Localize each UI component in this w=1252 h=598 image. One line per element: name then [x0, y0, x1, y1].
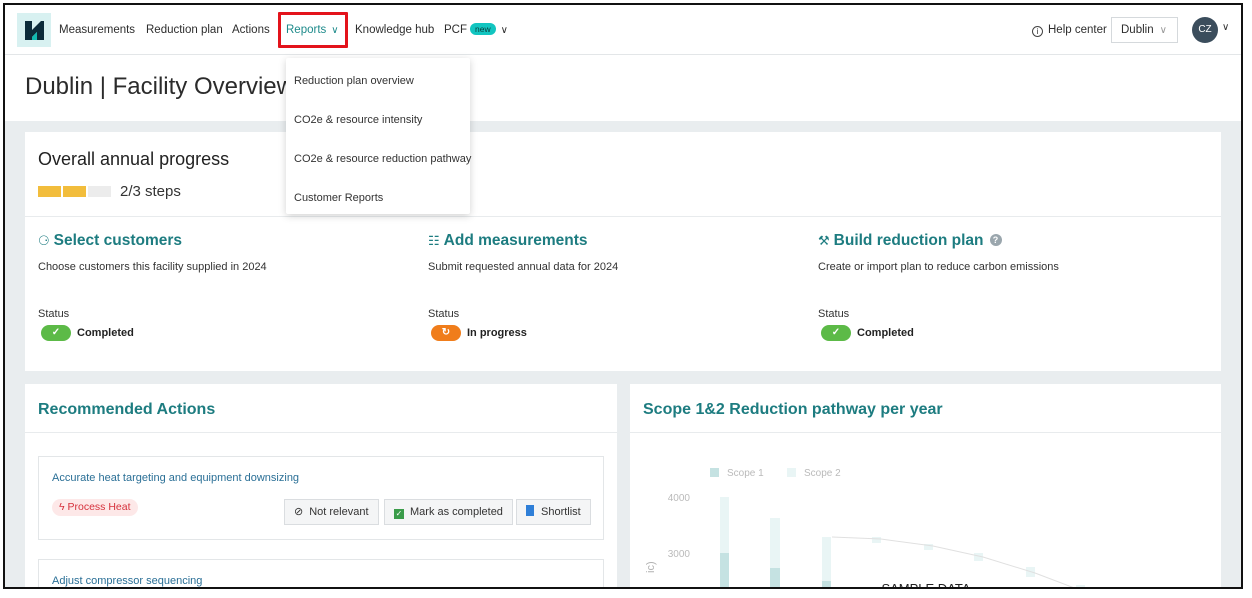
progress-title: Overall annual progress [38, 149, 230, 169]
status-badge: ✓ Completed [821, 325, 914, 341]
nav-measurements[interactable]: Measurements [59, 5, 135, 55]
category-tag: ϟ Process Heat [52, 499, 138, 516]
step-description: Submit requested annual data for 2024 [428, 261, 619, 273]
step-title[interactable]: ⚆ Select customers [38, 232, 418, 250]
help-center-link[interactable]: i Help center [1032, 5, 1107, 55]
not-relevant-button[interactable]: ⊘ Not relevant [284, 499, 379, 525]
wrench-icon: ⚒ [818, 233, 830, 248]
y-tick-label: 3000 [668, 549, 691, 560]
legend-label-scope1: Scope 1 [727, 468, 764, 479]
bar-scope1 [822, 581, 831, 587]
check-icon: ✓ [41, 325, 71, 341]
divider [25, 216, 1221, 217]
step-description: Choose customers this facility supplied … [38, 261, 267, 273]
status-text: Completed [77, 326, 134, 339]
y-axis-label: ic) [645, 561, 657, 573]
progress-segment [88, 186, 111, 197]
progress-segment [63, 186, 86, 197]
help-icon[interactable]: ? [989, 234, 1002, 246]
step-title-text: Build reduction plan [833, 232, 984, 249]
nav-knowledge-hub[interactable]: Knowledge hub [355, 5, 434, 55]
chart-plot: Scope 1 Scope 2 4000 3000 ic) SAMPLE DAT… [645, 468, 1085, 589]
progress-segment [38, 186, 61, 197]
category-tag-label: Process Heat [67, 501, 131, 513]
chevron-down-icon: ∨ [331, 25, 339, 36]
menu-item-reduction-pathway[interactable]: CO2e & resource reduction pathway [294, 153, 471, 165]
menu-item-reduction-plan-overview[interactable]: Reduction plan overview [294, 75, 414, 87]
eye-off-icon: ⊘ [294, 506, 304, 518]
bar-scope2 [872, 537, 881, 543]
document-icon: ☷ [428, 233, 440, 248]
document-icon [526, 505, 534, 516]
action-title-link[interactable]: Adjust compressor sequencing [52, 575, 202, 587]
legend-swatch-scope2 [787, 468, 796, 477]
status-text: Completed [857, 326, 914, 339]
menu-item-intensity[interactable]: CO2e & resource intensity [294, 114, 422, 126]
top-navigation: Measurements Reduction plan Actions Repo… [5, 5, 1241, 55]
step-title[interactable]: ⚒ Build reduction plan? [818, 232, 1198, 250]
step-title[interactable]: ☷ Add measurements [428, 232, 808, 250]
status-label: Status [38, 308, 70, 320]
chart-title: Scope 1&2 Reduction pathway per year [643, 401, 943, 418]
status-label: Status [428, 308, 460, 320]
nav-pcf[interactable]: PCF new ∨ [444, 5, 508, 55]
nav-reports-label: Reports [286, 24, 327, 36]
status-badge: ✓ Completed [41, 325, 134, 341]
chevron-down-icon: ∨ [500, 25, 508, 36]
nav-pcf-label: PCF [444, 24, 467, 36]
bar-scope1 [770, 568, 780, 587]
status-text: In progress [467, 326, 527, 339]
action-title-link[interactable]: Accurate heat targeting and equipment do… [52, 472, 299, 484]
menu-item-customer-reports[interactable]: Customer Reports [294, 192, 383, 204]
shortlist-button[interactable]: Shortlist [516, 499, 591, 525]
chevron-down-icon[interactable]: ∨ [1222, 22, 1229, 33]
reduction-pathway-chart-card: Scope 1&2 Reduction pathway per year Sco… [630, 384, 1221, 589]
step-title-text: Add measurements [443, 232, 588, 249]
progress-card: Overall annual progress 2/3 steps ⚆ Selec… [25, 132, 1221, 371]
app-frame: Measurements Reduction plan Actions Repo… [3, 3, 1243, 589]
action-item: Adjust compressor sequencing [38, 559, 604, 587]
nav-actions[interactable]: Actions [232, 5, 270, 55]
facility-select-value: Dublin [1121, 24, 1154, 36]
step-description: Create or import plan to reduce carbon e… [818, 261, 1059, 273]
checkbox-icon: ✓ [394, 509, 404, 519]
chevron-down-icon: ∨ [1159, 25, 1167, 36]
bar-scope2 [1076, 585, 1085, 587]
logo-icon [17, 13, 51, 47]
status-label: Status [818, 308, 850, 320]
step-add-measurements: ☷ Add measurements Submit requested annua… [428, 232, 808, 341]
nav-reports[interactable]: Reports ∨ [278, 12, 348, 48]
not-relevant-label: Not relevant [309, 506, 369, 518]
step-build-reduction-plan: ⚒ Build reduction plan? Create or import … [818, 232, 1198, 341]
step-title-text: Select customers [53, 232, 183, 249]
facility-select[interactable]: Dublin ∨ [1111, 17, 1178, 43]
recommended-actions-title: Recommended Actions [38, 401, 216, 418]
new-badge: new [470, 23, 496, 35]
refresh-icon: ↻ [431, 325, 461, 341]
reports-dropdown-menu: Reduction plan overview CO2e & resource … [286, 58, 471, 214]
help-center-label: Help center [1048, 24, 1107, 36]
mark-completed-label: Mark as completed [410, 506, 503, 518]
mark-completed-button[interactable]: ✓ Mark as completed [384, 499, 513, 525]
y-tick-label: 4000 [668, 493, 691, 504]
page-title: Dublin | Facility Overview [25, 73, 294, 100]
person-icon: ⚆ [38, 233, 50, 248]
info-icon: i [1032, 26, 1043, 37]
legend-swatch-scope1 [710, 468, 719, 477]
nav-reduction-plan[interactable]: Reduction plan [146, 5, 223, 55]
progress-steps-text: 2/3 steps [120, 183, 181, 200]
user-avatar[interactable]: CZ [1192, 17, 1218, 43]
bar-scope1 [720, 553, 729, 587]
recommended-actions-card: Recommended Actions Accurate heat target… [25, 384, 617, 587]
divider [25, 432, 617, 433]
company-logo[interactable] [17, 13, 51, 47]
sample-data-watermark: SAMPLE DATA [881, 581, 970, 589]
legend-label-scope2: Scope 2 [804, 468, 841, 479]
step-select-customers: ⚆ Select customers Choose customers this … [38, 232, 418, 341]
page-header: Dublin | Facility Overview [5, 55, 1241, 121]
check-icon: ✓ [821, 325, 851, 341]
shortlist-label: Shortlist [541, 506, 581, 518]
status-badge: ↻ In progress [431, 325, 527, 341]
action-item: Accurate heat targeting and equipment do… [38, 456, 604, 540]
